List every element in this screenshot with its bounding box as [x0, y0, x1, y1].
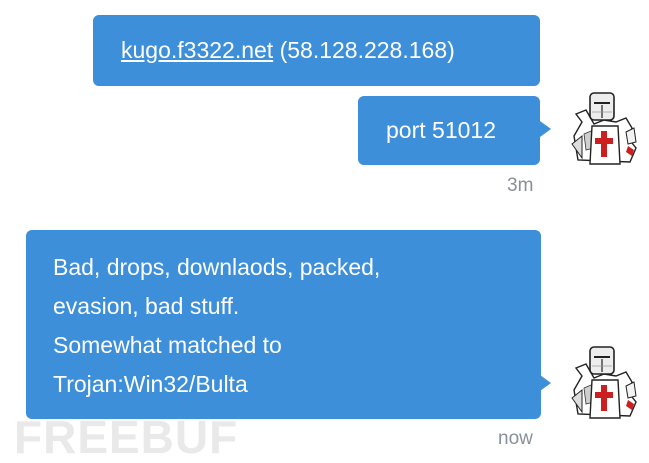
chat-thread: FREEBUF kugo.f3322.net (58.128.228.168) …	[0, 0, 649, 463]
bubble-tail	[540, 121, 551, 137]
message-text: port 51012	[386, 117, 496, 143]
crusader-knight-icon	[571, 346, 637, 419]
avatar[interactable]	[564, 342, 642, 422]
freebuf-watermark: FREEBUF	[14, 411, 239, 463]
bubble-tail	[540, 375, 551, 391]
message-timestamp: 3m	[507, 175, 534, 196]
avatar[interactable]	[564, 88, 642, 168]
domain-link[interactable]: kugo.f3322.net	[121, 37, 273, 63]
crusader-knight-icon	[571, 92, 637, 165]
message-bubble: Bad, drops, downlaods, packed, evasion, …	[26, 230, 541, 419]
message-line: evasion, bad stuff.	[53, 293, 240, 319]
message-line: Trojan:Win32/Bulta	[53, 371, 248, 397]
message-bubble: kugo.f3322.net (58.128.228.168)	[93, 15, 540, 86]
message-line: Bad, drops, downlaods, packed,	[53, 254, 381, 280]
message-timestamp: now	[498, 428, 533, 449]
message-bubble: port 51012	[358, 96, 540, 165]
ip-address-text: (58.128.228.168)	[273, 37, 455, 63]
message-line: Somewhat matched to	[53, 332, 282, 358]
